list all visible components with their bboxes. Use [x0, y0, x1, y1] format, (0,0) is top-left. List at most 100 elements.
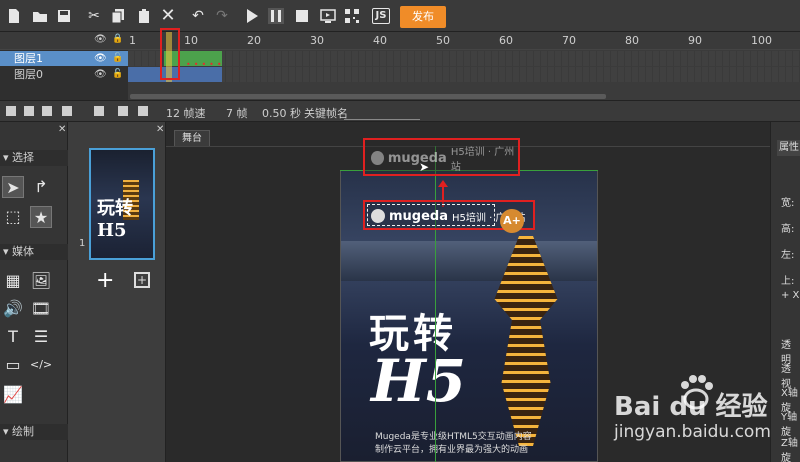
- ruler-label: 40: [373, 34, 387, 47]
- baidu-watermark: Bai du 经验 jingyan.baidu.com: [614, 372, 800, 462]
- publish-button[interactable]: 发布: [400, 6, 446, 28]
- close-icon[interactable]: ✕: [156, 124, 164, 135]
- ruler-label: 10: [184, 34, 198, 47]
- eye-icon[interactable]: 👁: [94, 67, 107, 82]
- mugeda-logo-icon: [371, 151, 384, 165]
- vertical-guide[interactable]: [435, 146, 436, 462]
- frame-grid[interactable]: •••••: [128, 32, 800, 100]
- ruler-label: 30: [310, 34, 324, 47]
- timeline-statusbar: 12 帧速 7 帧 0.50 秒 关键帧名: [0, 100, 800, 122]
- js-icon[interactable]: JS: [372, 8, 390, 24]
- layer-name: 图层0: [14, 68, 43, 81]
- copy-layer-icon[interactable]: [62, 106, 72, 116]
- media-section-header[interactable]: ▾ 媒体: [0, 244, 68, 260]
- close-icon[interactable]: ✕: [58, 124, 66, 135]
- code-tool-icon[interactable]: </>: [30, 354, 52, 376]
- eye-icon[interactable]: 👁: [94, 51, 107, 66]
- layer-name: 图层1: [14, 52, 43, 65]
- logo-word: mugeda: [389, 208, 449, 224]
- delete-icon[interactable]: ✕: [160, 7, 176, 25]
- select-section-header[interactable]: ▾ 选择: [0, 150, 68, 166]
- redo-icon[interactable]: ↷: [214, 8, 230, 24]
- fps-label: 12 帧速: [166, 107, 206, 120]
- stop-icon[interactable]: [294, 8, 310, 24]
- ruler-label: 50: [436, 34, 450, 47]
- top-label: 上:: [781, 276, 795, 287]
- layer-list: 图层1 👁 🔓 图层0 👁 🔓: [0, 50, 128, 100]
- delete-frame-icon[interactable]: [138, 106, 148, 116]
- star-frame-tool-icon[interactable]: ★: [30, 206, 52, 228]
- ruler-label: 70: [562, 34, 576, 47]
- add-keyframe-icon[interactable]: [118, 106, 128, 116]
- keyframe-name-input[interactable]: [344, 103, 420, 120]
- delete-layer-icon[interactable]: [42, 106, 52, 116]
- frame-row-layer1[interactable]: •••••: [128, 51, 800, 69]
- pause-icon[interactable]: [268, 8, 284, 24]
- timeline-scrollbar[interactable]: [130, 94, 606, 99]
- thumb-title: 玩转H5: [97, 198, 133, 241]
- frame-row-layer0[interactable]: [128, 67, 800, 82]
- add-layer-icon[interactable]: [6, 106, 16, 116]
- open-folder-icon[interactable]: [32, 8, 48, 24]
- logo-word: mugeda: [387, 150, 447, 166]
- copy-page-icon[interactable]: +: [134, 272, 150, 288]
- node-tool-icon[interactable]: ↱: [30, 176, 52, 198]
- tool-panel: ✕ ▾ 选择 ➤ ↱ ⬚ ★ ▾ 媒体 ▦ 🖼 🔊 🎞 T ☰ ▭ </> 📈 …: [0, 122, 68, 462]
- cut-icon[interactable]: ✂: [86, 8, 102, 24]
- x-label: + X: [781, 290, 800, 301]
- scene-panel: ✕ 玩转H5 1 + +: [68, 122, 166, 462]
- add-frame-icon[interactable]: [94, 106, 104, 116]
- description-line-2: 制作云平台，拥有业界最为强大的动画: [375, 445, 529, 455]
- logo-sub: H5培训 · 广州站: [450, 147, 515, 173]
- keyframe-name-label: 关键帧名: [304, 107, 348, 120]
- mountain-graphic: [341, 241, 597, 281]
- ruler-label: 90: [688, 34, 702, 47]
- audio-tool-icon[interactable]: 🔊: [2, 298, 24, 320]
- folder-layer-icon[interactable]: [24, 106, 34, 116]
- paste-icon[interactable]: [136, 8, 152, 24]
- height-label: 高:: [781, 224, 795, 235]
- lock-icon[interactable]: 🔓: [112, 51, 123, 66]
- add-page-icon[interactable]: +: [96, 268, 114, 293]
- video-tool-icon[interactable]: 🎞: [30, 298, 52, 320]
- description-text[interactable]: Mugeda是专业级HTML5交互动画内容 制作云平台，拥有业界最为强大的动画: [375, 431, 575, 457]
- lock-icon[interactable]: 🔓: [112, 67, 123, 82]
- stage-tab[interactable]: 舞台: [174, 130, 210, 146]
- timeline-ruler[interactable]: 👁 🔒 1 10 20 30 40 50 60 70 80 90 100: [0, 32, 800, 50]
- paragraph-tool-icon[interactable]: ☰: [30, 326, 52, 348]
- description-line-1: Mugeda是专业级HTML5交互动画内容: [375, 432, 532, 442]
- main-toolbar: ✂ ✕ ↶ ↷ JS 发布: [0, 0, 800, 32]
- mugeda-logo-icon: [371, 209, 385, 223]
- headline-text-2[interactable]: H5: [371, 347, 466, 415]
- transform-tool-icon[interactable]: ⬚: [2, 206, 24, 228]
- lock-icon[interactable]: 🔒: [112, 34, 123, 44]
- undo-icon[interactable]: ↶: [190, 8, 206, 24]
- layer-row-1[interactable]: 图层1 👁 🔓: [0, 51, 128, 66]
- comment-tool-icon[interactable]: ▭: [2, 354, 24, 376]
- layer-row-0[interactable]: 图层0 👁 🔓: [0, 67, 128, 82]
- text-tool-icon[interactable]: T: [2, 326, 24, 348]
- save-icon[interactable]: [56, 8, 72, 24]
- add-text-badge[interactable]: A+: [500, 209, 524, 233]
- image-tool-icon[interactable]: 🖼: [30, 270, 52, 292]
- ruler-label: 20: [247, 34, 261, 47]
- select-header-label: 选择: [12, 151, 35, 164]
- left-label: 左:: [781, 250, 795, 261]
- properties-tab[interactable]: 属性: [777, 140, 800, 156]
- qrcode-icon[interactable]: [344, 8, 360, 24]
- draw-section-header[interactable]: ▾ 绘制: [0, 424, 68, 440]
- scene-thumbnail[interactable]: 玩转H5: [89, 148, 155, 260]
- logo-drop-target[interactable]: mugeda H5培训 · 广州站 ➤: [363, 138, 520, 176]
- preview-icon[interactable]: [320, 8, 336, 24]
- page-number: 1: [79, 238, 86, 249]
- playhead-highlight: [160, 28, 180, 80]
- new-file-icon[interactable]: [6, 8, 22, 24]
- eye-icon[interactable]: 👁: [94, 34, 107, 45]
- select-tool-icon[interactable]: ➤: [2, 176, 24, 198]
- chart-tool-icon[interactable]: 📈: [2, 384, 24, 406]
- ruler-label: 80: [625, 34, 639, 47]
- grid-tool-icon[interactable]: ▦: [2, 270, 24, 292]
- ruler-label: 1: [129, 34, 136, 47]
- copy-icon[interactable]: [110, 8, 126, 24]
- play-icon[interactable]: [244, 8, 260, 24]
